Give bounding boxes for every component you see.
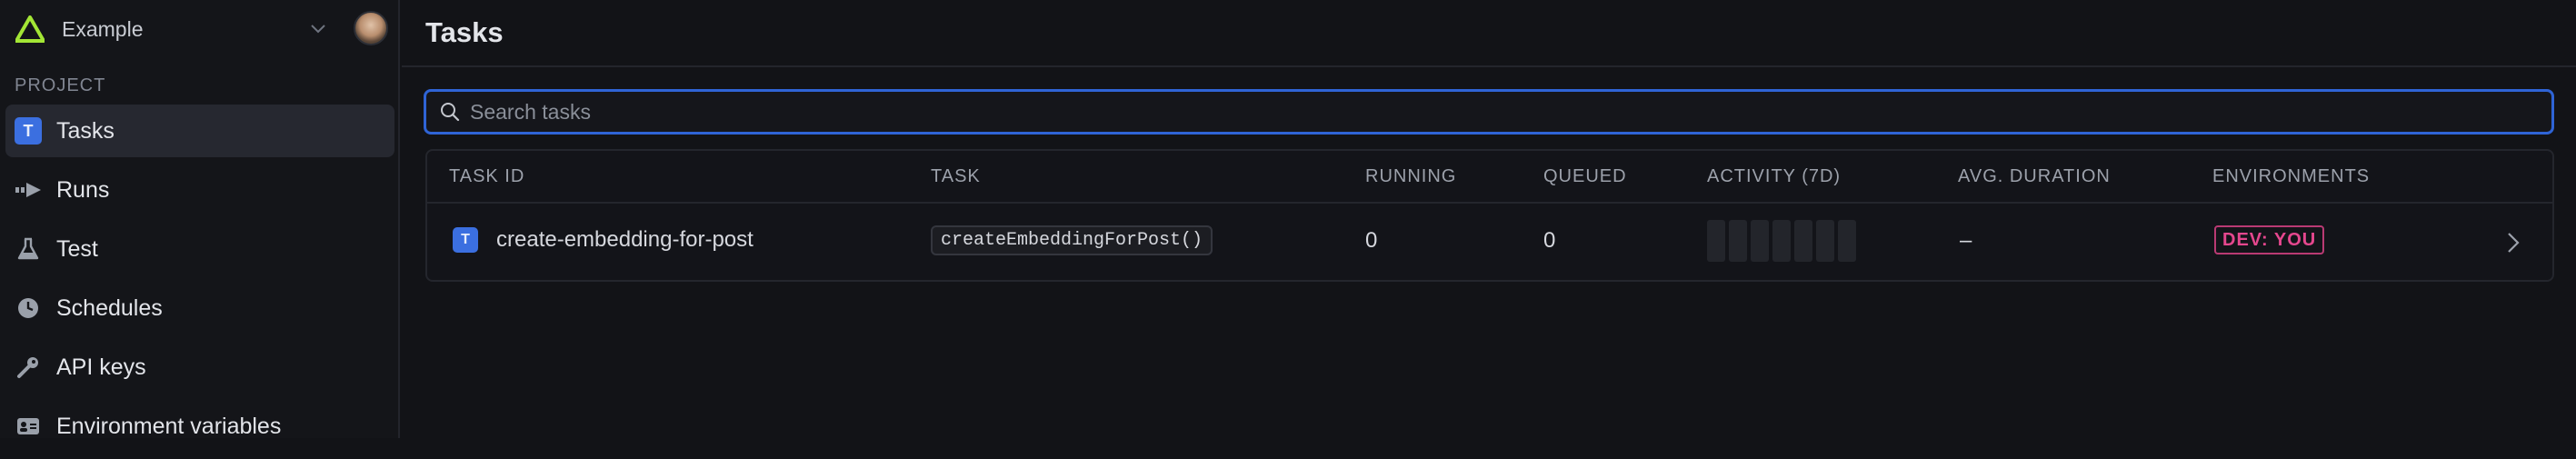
header-queued[interactable]: QUEUED <box>1543 166 1627 187</box>
sidebar-item-label: Environment variables <box>56 413 282 439</box>
activity-bar <box>1772 220 1791 262</box>
queued-count: 0 <box>1543 228 1556 253</box>
avatar[interactable] <box>354 11 388 45</box>
sidebar-item-label: Runs <box>56 176 110 203</box>
search-icon <box>439 101 461 123</box>
id-card-icon <box>15 413 42 440</box>
sidebar-item-tasks[interactable]: T Tasks <box>5 105 394 157</box>
table-header: TASK ID TASK RUNNING QUEUED ACTIVITY (7D… <box>427 151 2552 204</box>
org-switcher[interactable]: Example <box>15 9 388 49</box>
task-badge: T <box>15 117 42 145</box>
table-row[interactable]: T create-embedding-for-post createEmbedd… <box>427 204 2552 280</box>
header-environments[interactable]: ENVIRONMENTS <box>2212 166 2370 187</box>
sidebar: Example PROJECT T Tasks Runs Test Schedu… <box>0 0 400 439</box>
header-avg-duration[interactable]: AVG. DURATION <box>1958 166 2111 187</box>
header-task[interactable]: TASK <box>931 166 981 187</box>
activity-bar <box>1729 220 1747 262</box>
environment-cell: DEV: YOU <box>2214 225 2325 254</box>
sidebar-item-runs[interactable]: Runs <box>5 164 394 216</box>
sidebar-item-label: API keys <box>56 354 146 380</box>
runs-icon <box>15 176 42 204</box>
activity-bar <box>1816 220 1834 262</box>
header-task-id[interactable]: TASK ID <box>449 166 524 187</box>
beaker-icon <box>15 235 42 263</box>
task-id-cell[interactable]: T create-embedding-for-post <box>453 227 754 253</box>
activity-chart <box>1707 220 1856 262</box>
header-activity[interactable]: ACTIVITY (7D) <box>1707 166 1841 187</box>
clock-icon <box>15 294 42 322</box>
running-count: 0 <box>1365 228 1378 253</box>
key-icon <box>15 354 42 381</box>
page-title: Tasks <box>425 16 504 48</box>
sidebar-item-environment-variables[interactable]: Environment variables <box>5 400 394 453</box>
task-badge-icon: T <box>15 117 42 145</box>
search-box[interactable] <box>424 89 2554 135</box>
sidebar-section-title: PROJECT <box>15 75 106 95</box>
activity-bar <box>1707 220 1725 262</box>
task-badge-icon: T <box>453 227 478 253</box>
search-input[interactable] <box>468 98 2471 125</box>
avg-duration: – <box>1960 228 1972 253</box>
sidebar-item-label: Test <box>56 235 98 262</box>
page-header: Tasks <box>402 0 2576 67</box>
activity-bar <box>1794 220 1812 262</box>
chevron-right-icon[interactable] <box>2501 229 2525 256</box>
sidebar-item-schedules[interactable]: Schedules <box>5 282 394 334</box>
environment-badge: DEV: YOU <box>2214 225 2325 254</box>
trigger-logo-icon <box>15 14 45 45</box>
sidebar-item-label: Schedules <box>56 294 163 321</box>
tasks-table: TASK ID TASK RUNNING QUEUED ACTIVITY (7D… <box>425 149 2554 282</box>
task-id: create-embedding-for-post <box>496 227 754 252</box>
activity-bar <box>1838 220 1856 262</box>
task-function-chip: createEmbeddingForPost() <box>931 225 1213 255</box>
sidebar-item-api-keys[interactable]: API keys <box>5 341 394 394</box>
sidebar-item-label: Tasks <box>56 117 115 144</box>
sidebar-nav: T Tasks Runs Test Schedules API keys Env… <box>5 105 394 459</box>
sidebar-item-test[interactable]: Test <box>5 223 394 275</box>
task-function-cell: createEmbeddingForPost() <box>931 225 1213 255</box>
header-running[interactable]: RUNNING <box>1365 166 1456 187</box>
org-name: Example <box>62 16 144 41</box>
activity-bar <box>1751 220 1769 262</box>
chevron-down-icon[interactable] <box>307 18 329 40</box>
main-content: Tasks TASK ID TASK RUNNING QUEUED ACTIVI… <box>402 0 2576 438</box>
